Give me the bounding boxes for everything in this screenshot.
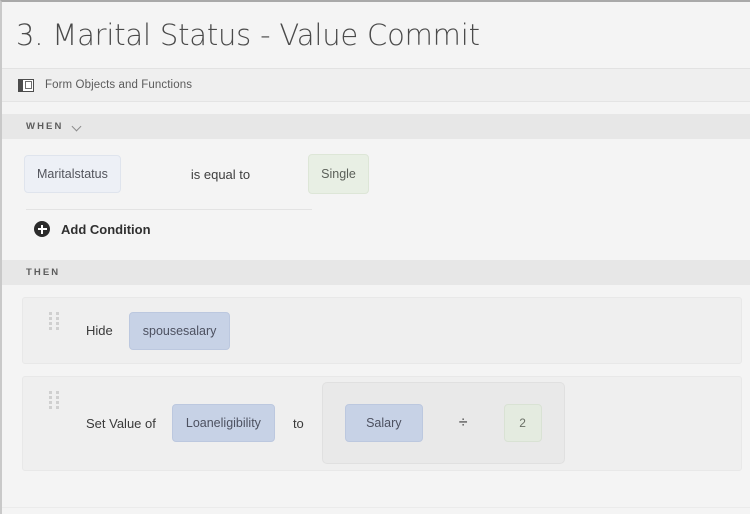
form-objects-label: Form Objects and Functions [45, 79, 192, 91]
page-header: 3. Marital Status - Value Commit [2, 2, 750, 68]
formula-expression-box[interactable]: Salary ÷ 2 [322, 382, 565, 464]
when-section-body: Maritalstatus is equal to Single Add Con… [2, 139, 750, 248]
action-target-chip[interactable]: Loaneligibility [172, 404, 275, 442]
then-section-body: Hide spousesalary Set Value of Loaneligi… [2, 285, 750, 471]
action-type-label: Hide [86, 323, 113, 338]
then-label: THEN [26, 267, 60, 278]
condition-field-chip[interactable]: Maritalstatus [24, 155, 121, 193]
formula-left-operand-chip[interactable]: Salary [345, 404, 423, 442]
bottom-edge [2, 507, 750, 514]
page-title: 3. Marital Status - Value Commit [16, 18, 480, 52]
formula-right-operand-chip[interactable]: 2 [504, 404, 542, 442]
panel-layout-icon [18, 79, 34, 92]
drag-handle-icon[interactable] [49, 391, 59, 407]
divide-icon[interactable]: ÷ [459, 415, 468, 431]
action-type-label: Set Value of [86, 416, 156, 431]
when-section-header[interactable]: WHEN [2, 114, 750, 139]
then-action-row[interactable]: Set Value of Loaneligibility to Salary ÷… [22, 376, 742, 471]
then-action-row[interactable]: Hide spousesalary [22, 297, 742, 364]
when-label: WHEN [26, 121, 63, 132]
action-content: Set Value of Loaneligibility to Salary ÷… [23, 382, 741, 470]
condition-value-chip[interactable]: Single [308, 154, 369, 194]
action-connector-label: to [293, 416, 304, 431]
add-condition-button[interactable]: Add Condition [2, 210, 750, 248]
circle-plus-icon [34, 221, 50, 237]
condition-row: Maritalstatus is equal to Single [2, 139, 750, 209]
form-objects-toolbar[interactable]: Form Objects and Functions [2, 68, 750, 102]
add-condition-label: Add Condition [61, 222, 151, 237]
condition-operator-label[interactable]: is equal to [191, 167, 250, 182]
drag-handle-icon[interactable] [49, 312, 59, 328]
action-target-chip[interactable]: spousesalary [129, 312, 231, 350]
rule-builder-page: 3. Marital Status - Value Commit Form Ob… [0, 0, 750, 514]
then-section-header[interactable]: THEN [2, 260, 750, 285]
action-content: Hide spousesalary [23, 312, 741, 350]
chevron-down-icon[interactable] [73, 122, 82, 131]
